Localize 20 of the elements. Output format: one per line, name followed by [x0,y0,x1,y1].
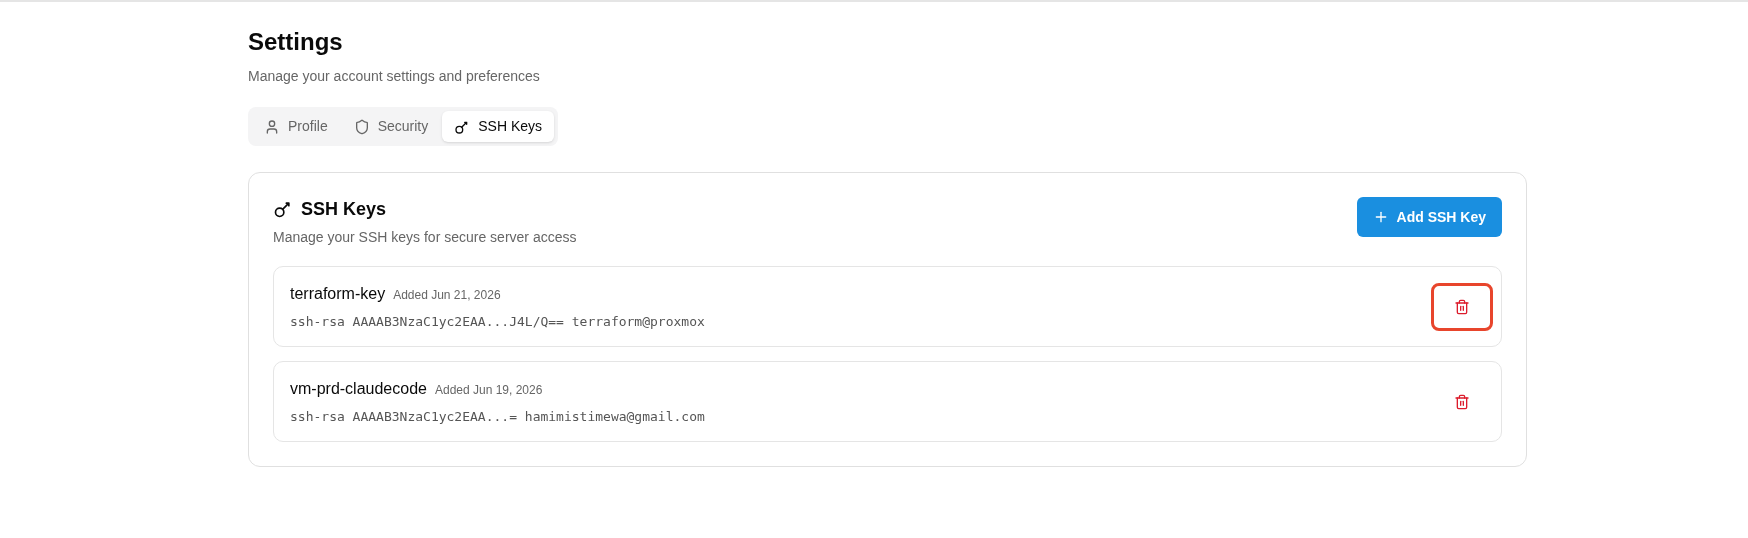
key-added-date: Added Jun 21, 2026 [393,286,501,304]
key-fingerprint: ssh-rsa AAAAB3NzaC1yc2EAA...= hamimistimewa@gmail.com [290,407,705,426]
tab[interactable]: Profile [252,111,340,142]
key-fingerprint: ssh-rsa AAAAB3NzaC1yc2EAA...J4L/Q== terraform@proxmox [290,312,705,331]
page-subtitle: Manage your account settings and preferences [248,67,540,86]
user-icon [264,118,280,135]
trash-icon [1454,298,1470,315]
tab[interactable]: Security [341,111,441,142]
add-ssh-key-button[interactable]: Add SSH Key [1356,197,1502,237]
page-title: Settings [248,27,343,57]
delete-button[interactable] [1431,282,1493,331]
trash-icon [1454,393,1470,410]
key-added-date: Added Jun 19, 2026 [434,381,543,399]
card-description: Manage your SSH keys for secure server access [273,228,577,247]
key-name: terraform-key [290,283,386,304]
key-name: vm-prd-claudecode [290,378,427,399]
tab[interactable]: SSH Keys [442,111,555,142]
key-icon [273,199,293,219]
shield-icon [353,118,370,135]
card-title: SSH Keys [301,198,387,221]
